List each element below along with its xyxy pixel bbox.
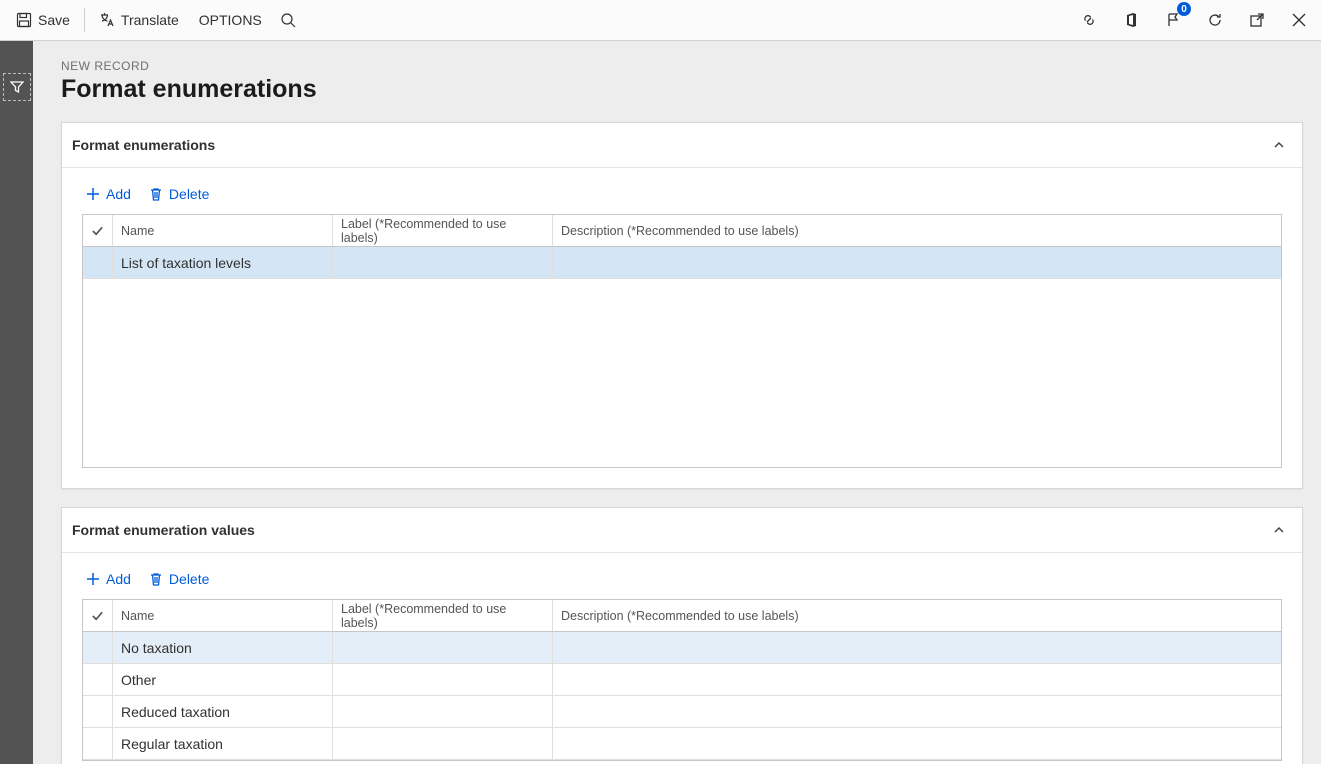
chevron-up-icon <box>1272 523 1286 537</box>
close-icon <box>1292 13 1306 27</box>
refresh-icon <box>1207 12 1223 28</box>
trash-icon <box>149 187 163 201</box>
popout-button[interactable] <box>1243 6 1271 34</box>
notifications-badge: 0 <box>1177 2 1191 16</box>
options-button[interactable]: OPTIONS <box>189 0 272 40</box>
column-select[interactable] <box>83 215 113 246</box>
panel-header-format-enumeration-values[interactable]: Format enumeration values <box>62 508 1302 553</box>
table-row[interactable]: No taxation <box>83 632 1281 664</box>
plus-icon <box>86 572 100 586</box>
cell-description[interactable] <box>553 728 843 759</box>
row-selector[interactable] <box>83 247 113 278</box>
row-selector[interactable] <box>83 664 113 695</box>
command-bar: Save Translate OPTIONS <box>0 0 1321 41</box>
add-label: Add <box>106 186 131 202</box>
table-row[interactable]: Reduced taxation <box>83 696 1281 728</box>
add-label: Add <box>106 571 131 587</box>
table-row[interactable]: List of taxation levels <box>83 247 1281 279</box>
delete-button[interactable]: Delete <box>145 569 213 589</box>
panel-title: Format enumeration values <box>72 522 255 538</box>
row-selector[interactable] <box>83 632 113 663</box>
cell-label[interactable] <box>333 632 553 663</box>
cell-description[interactable] <box>553 632 843 663</box>
panel-title: Format enumerations <box>72 137 215 153</box>
add-button[interactable]: Add <box>82 569 135 589</box>
column-label[interactable]: Label (*Recommended to use labels) <box>333 600 553 631</box>
delete-label: Delete <box>169 186 209 202</box>
cell-name[interactable]: List of taxation levels <box>113 247 333 278</box>
grid-header: Name Label (*Recommended to use labels) … <box>83 600 1281 632</box>
add-button[interactable]: Add <box>82 184 135 204</box>
cell-name[interactable]: Other <box>113 664 333 695</box>
row-selector[interactable] <box>83 728 113 759</box>
plus-icon <box>86 187 100 201</box>
popout-icon <box>1249 12 1265 28</box>
grid-format-enumeration-values: Name Label (*Recommended to use labels) … <box>82 599 1282 761</box>
notifications-button[interactable]: 0 <box>1159 6 1187 34</box>
translate-label: Translate <box>121 12 179 28</box>
cell-label[interactable] <box>333 696 553 727</box>
cell-label[interactable] <box>333 664 553 695</box>
save-icon <box>16 12 32 28</box>
translate-button[interactable]: Translate <box>89 0 189 40</box>
translate-icon <box>99 12 115 28</box>
breadcrumb: NEW RECORD <box>61 59 1303 73</box>
panel-format-enumerations: Format enumerations Add <box>61 122 1303 489</box>
column-description[interactable]: Description (*Recommended to use labels) <box>553 600 843 631</box>
trash-icon <box>149 572 163 586</box>
chevron-up-icon <box>1272 138 1286 152</box>
table-row[interactable]: Other <box>83 664 1281 696</box>
save-button[interactable]: Save <box>6 0 80 40</box>
panel-format-enumeration-values: Format enumeration values Ad <box>61 507 1303 764</box>
refresh-button[interactable] <box>1201 6 1229 34</box>
delete-label: Delete <box>169 571 209 587</box>
cell-name[interactable]: No taxation <box>113 632 333 663</box>
panel-header-format-enumerations[interactable]: Format enumerations <box>62 123 1302 168</box>
page-title: Format enumerations <box>61 75 1303 104</box>
office-button[interactable] <box>1117 6 1145 34</box>
column-description[interactable]: Description (*Recommended to use labels) <box>553 215 843 246</box>
close-button[interactable] <box>1285 6 1313 34</box>
cell-description[interactable] <box>553 696 843 727</box>
filter-icon <box>10 80 24 94</box>
grid-header: Name Label (*Recommended to use labels) … <box>83 215 1281 247</box>
link-icon <box>1081 12 1097 28</box>
grid-format-enumerations: Name Label (*Recommended to use labels) … <box>82 214 1282 468</box>
separator <box>84 8 85 32</box>
search-icon <box>280 12 296 28</box>
content-scroll[interactable]: NEW RECORD Format enumerations Format en… <box>33 41 1321 764</box>
cell-description[interactable] <box>553 247 843 278</box>
cell-name[interactable]: Regular taxation <box>113 728 333 759</box>
options-label: OPTIONS <box>199 12 262 28</box>
search-button[interactable] <box>272 0 304 40</box>
column-name[interactable]: Name <box>113 600 333 631</box>
side-rail <box>0 41 33 764</box>
column-label[interactable]: Label (*Recommended to use labels) <box>333 215 553 246</box>
cell-label[interactable] <box>333 728 553 759</box>
column-name[interactable]: Name <box>113 215 333 246</box>
cell-label[interactable] <box>333 247 553 278</box>
delete-button[interactable]: Delete <box>145 184 213 204</box>
table-row[interactable]: Regular taxation <box>83 728 1281 760</box>
cell-description[interactable] <box>553 664 843 695</box>
column-select[interactable] <box>83 600 113 631</box>
attach-button[interactable] <box>1075 6 1103 34</box>
row-selector[interactable] <box>83 696 113 727</box>
filter-button[interactable] <box>3 73 31 101</box>
office-icon <box>1123 12 1139 28</box>
cell-name[interactable]: Reduced taxation <box>113 696 333 727</box>
save-label: Save <box>38 12 70 28</box>
